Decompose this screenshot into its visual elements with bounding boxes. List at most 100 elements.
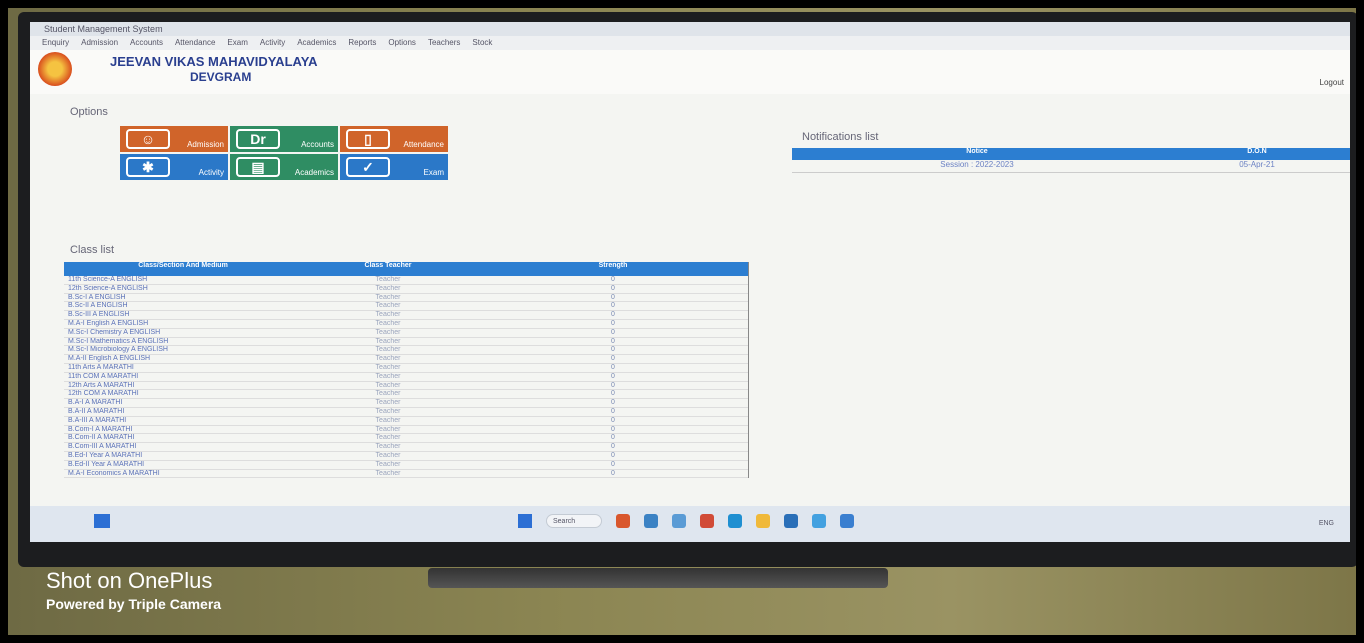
- table-row[interactable]: B.Com-I A MARATHI Teacher 0: [64, 426, 748, 435]
- class-cell: 12th Science-A ENGLISH: [68, 284, 148, 292]
- don-cell: 05-Apr-21: [1239, 160, 1275, 169]
- taskbar-search[interactable]: Search: [546, 514, 602, 528]
- menu-item[interactable]: Reports: [348, 36, 376, 50]
- table-row[interactable]: B.Com-III A MARATHI Teacher 0: [64, 443, 748, 452]
- app-icon[interactable]: [644, 514, 658, 528]
- menu-item[interactable]: Attendance: [175, 36, 215, 50]
- table-row[interactable]: B.A-I A MARATHI Teacher 0: [64, 399, 748, 408]
- teacher-column-header: Class Teacher: [364, 262, 412, 269]
- app-icon[interactable]: [840, 514, 854, 528]
- taskbar-left-icon[interactable]: [94, 514, 110, 528]
- academics-label: Academics: [294, 168, 334, 177]
- menu-item[interactable]: Activity: [260, 36, 285, 50]
- class-cell: B.Com-III A MARATHI: [68, 443, 137, 451]
- teacher-cell: Teacher: [375, 451, 401, 459]
- teacher-cell: Teacher: [375, 284, 401, 292]
- table-row[interactable]: M.Sc-I Mathematics A ENGLISH Teacher 0: [64, 338, 748, 347]
- app-icon[interactable]: [728, 514, 742, 528]
- notifications-header: Notice D.O.N: [792, 148, 1350, 160]
- table-row[interactable]: M.Sc-I Chemistry A ENGLISH Teacher 0: [64, 329, 748, 338]
- app-icon[interactable]: [616, 514, 630, 528]
- teacher-cell: Teacher: [375, 434, 401, 442]
- table-row[interactable]: M.A-I English A ENGLISH Teacher 0: [64, 320, 748, 329]
- table-row[interactable]: B.Sc-I A ENGLISH Teacher 0: [64, 294, 748, 303]
- menu-item[interactable]: Teachers: [428, 36, 460, 50]
- logout-link[interactable]: Logout: [1320, 78, 1344, 87]
- camera-watermark-sub: Powered by Triple Camera: [46, 596, 222, 612]
- app-icon[interactable]: [812, 514, 826, 528]
- attendance-tile[interactable]: ▯ Attendance: [340, 126, 448, 152]
- table-row[interactable]: 11th COM A MARATHI Teacher 0: [64, 373, 748, 382]
- table-row[interactable]: B.Com-II A MARATHI Teacher 0: [64, 434, 748, 444]
- class-cell: 11th Science-A ENGLISH: [68, 276, 148, 283]
- monitor-stand: [428, 568, 888, 588]
- app-icon[interactable]: [784, 514, 798, 528]
- strength-cell: 0: [611, 390, 615, 398]
- strength-cell: 0: [611, 407, 615, 415]
- table-row[interactable]: 12th Science-A ENGLISH Teacher 0: [64, 285, 748, 294]
- menu-item[interactable]: Enquiry: [42, 36, 69, 50]
- teacher-cell: Teacher: [375, 363, 401, 371]
- academics-tile[interactable]: ▤ Academics: [230, 154, 338, 180]
- windows-start-icon[interactable]: [518, 514, 532, 528]
- table-row[interactable]: B.Sc-III A ENGLISH Teacher 0: [64, 311, 748, 320]
- menu-item[interactable]: Exam: [227, 36, 247, 50]
- menu-item[interactable]: Academics: [297, 36, 336, 50]
- table-row[interactable]: M.Sc-I Microbiology A ENGLISH Teacher 0: [64, 346, 748, 356]
- strength-cell: 0: [611, 293, 615, 301]
- table-row[interactable]: B.Sc-II A ENGLISH Teacher 0: [64, 302, 748, 312]
- school-logo: [38, 52, 72, 86]
- table-row[interactable]: B.A-II A MARATHI Teacher 0: [64, 408, 748, 417]
- table-row[interactable]: 11th Science-A ENGLISH Teacher 0: [64, 276, 748, 285]
- notification-row[interactable]: Session : 2022-2023 05-Apr-21: [792, 160, 1350, 173]
- admission-tile[interactable]: ☺ Admission: [120, 126, 228, 152]
- exam-label: Exam: [423, 168, 444, 177]
- table-row[interactable]: 12th COM A MARATHI Teacher 0: [64, 390, 748, 400]
- accounts-tile[interactable]: Dr Accounts: [230, 126, 338, 152]
- menu-item[interactable]: Options: [388, 36, 416, 50]
- class-cell: M.Sc-I Mathematics A ENGLISH: [68, 337, 169, 345]
- class-cell: B.Sc-III A ENGLISH: [68, 311, 130, 319]
- app-icon[interactable]: [700, 514, 714, 528]
- class-cell: B.Ed-I Year A MARATHI: [68, 451, 143, 459]
- language-indicator[interactable]: ENG: [1319, 520, 1334, 527]
- table-row[interactable]: B.Ed-II Year A MARATHI Teacher 0: [64, 461, 748, 470]
- table-row[interactable]: B.Ed-I Year A MARATHI Teacher 0: [64, 452, 748, 461]
- menu-item[interactable]: Stock: [472, 36, 492, 50]
- person-icon: ☺: [126, 129, 170, 149]
- strength-column-header: Strength: [598, 262, 628, 269]
- teacher-cell: Teacher: [375, 381, 401, 389]
- menu-item[interactable]: Accounts: [130, 36, 163, 50]
- class-list-header: Class/Section And Medium Class Teacher S…: [64, 262, 748, 276]
- strength-cell: 0: [611, 276, 615, 283]
- teacher-cell: Teacher: [375, 293, 401, 301]
- class-cell: M.A-I Economics A MARATHI: [68, 469, 160, 477]
- teacher-cell: Teacher: [375, 355, 401, 363]
- strength-cell: 0: [611, 319, 615, 327]
- class-cell: B.A-I A MARATHI: [68, 399, 123, 407]
- table-row[interactable]: B.A-III A MARATHI Teacher 0: [64, 417, 748, 426]
- app-icon[interactable]: [672, 514, 686, 528]
- folder-icon[interactable]: [756, 514, 770, 528]
- class-list-table: Class/Section And Medium Class Teacher S…: [64, 262, 749, 479]
- activity-tile[interactable]: ✱ Activity: [120, 154, 228, 180]
- menu-item[interactable]: Admission: [81, 36, 118, 50]
- class-list-title: Class list: [70, 244, 115, 256]
- teacher-cell: Teacher: [375, 372, 401, 380]
- menubar: Enquiry Admission Accounts Attendance Exam Ac…: [30, 36, 1350, 50]
- table-row[interactable]: 12th Arts A MARATHI Teacher 0: [64, 382, 748, 391]
- exam-tile[interactable]: ✓ Exam: [340, 154, 448, 180]
- table-row[interactable]: M.A-II English A ENGLISH Teacher 0: [64, 355, 748, 364]
- class-cell: B.Sc-I A ENGLISH: [68, 293, 126, 301]
- taskbar: Search ENG: [30, 506, 1350, 542]
- window-titlebar: Student Management System: [30, 22, 1350, 36]
- teacher-cell: Teacher: [375, 390, 401, 398]
- table-row[interactable]: 11th Arts A MARATHI Teacher 0: [64, 364, 748, 373]
- camera-watermark: Shot on OnePlus: [46, 568, 213, 593]
- teacher-cell: Teacher: [375, 311, 401, 319]
- table-row[interactable]: M.A-I Economics A MARATHI Teacher 0: [64, 470, 748, 479]
- teacher-cell: Teacher: [375, 346, 401, 354]
- class-cell: 11th Arts A MARATHI: [68, 363, 134, 371]
- puzzle-icon: ✱: [126, 157, 170, 177]
- system-tray[interactable]: ENG: [1319, 520, 1334, 527]
